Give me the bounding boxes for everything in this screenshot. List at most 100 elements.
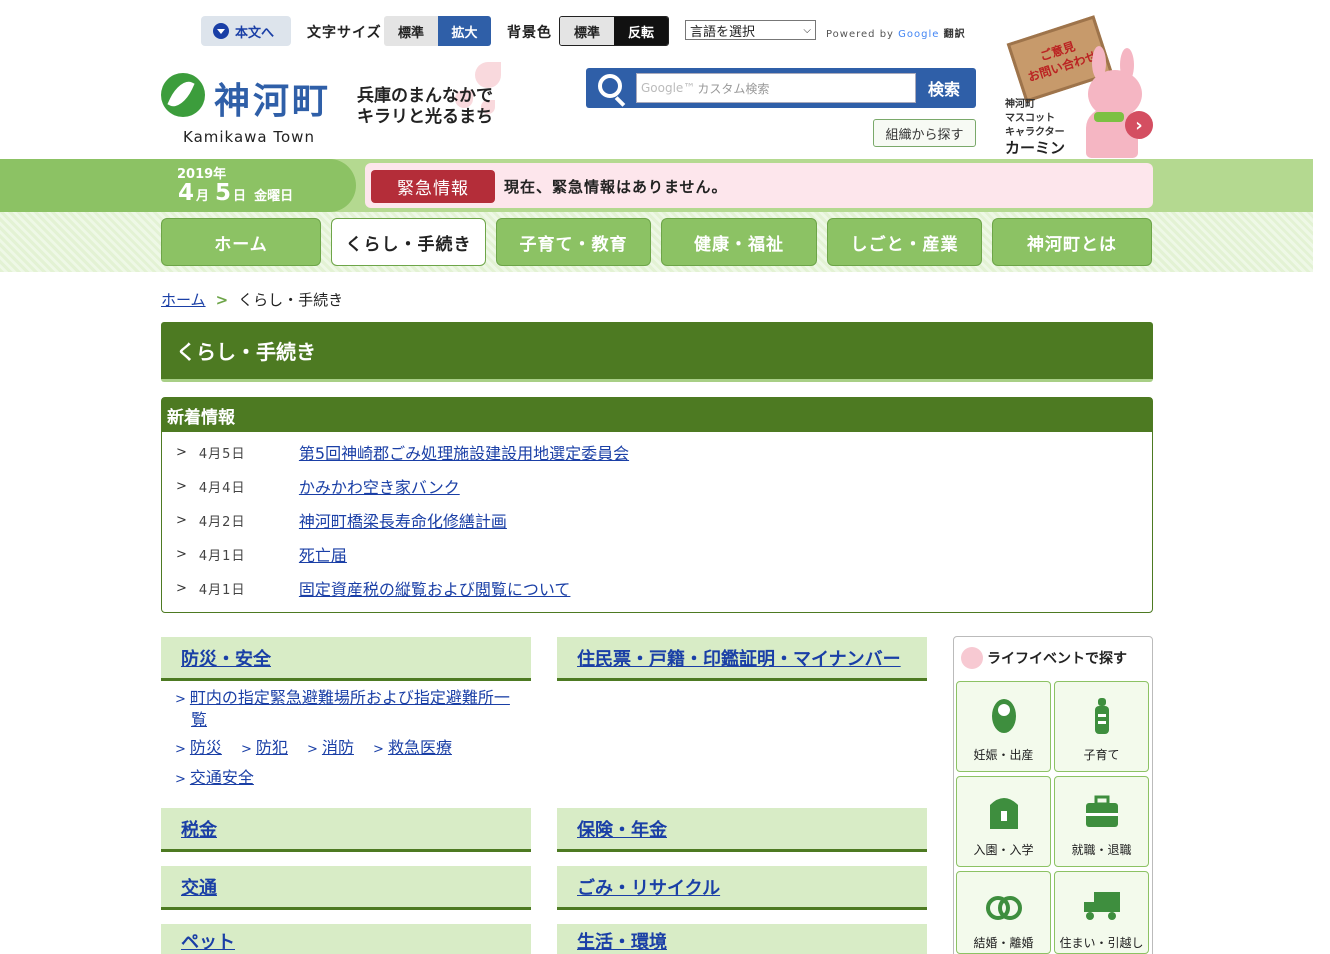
tile-label: 妊娠・出産 — [973, 748, 1034, 762]
news-item: > 4月1日 固定資産税の縦覧および閲覧について — [176, 576, 571, 600]
translate-text: 翻訳 — [943, 29, 966, 40]
page-title: くらし・手続き — [161, 322, 1153, 382]
font-size-label: 文字サイズ — [307, 25, 382, 41]
category-link[interactable]: 住民票・戸籍・印鑑証明・マイナンバー — [577, 645, 901, 671]
category-pet: ペット — [161, 924, 531, 954]
mascot-caption: 神河町 マスコット キャラクター — [1005, 98, 1065, 140]
chevron-right-icon: > — [215, 290, 229, 309]
rings-icon — [984, 884, 1024, 924]
life-events-title: ライフイベントで探す — [961, 647, 1127, 669]
powered-by-google: Powered by Google 翻訳 — [826, 25, 966, 40]
emergency-label[interactable]: 緊急情報 — [371, 170, 495, 203]
sub-link[interactable]: 救急医療 — [388, 738, 452, 757]
news-link[interactable]: 第5回神崎郡ごみ処理施設建設用地選定委員会 — [299, 440, 629, 464]
chevron-right-icon: > — [176, 512, 187, 528]
life-tile-school[interactable]: 入園・入学 — [956, 776, 1051, 867]
category-seikatsu: 生活・環境 — [557, 924, 927, 954]
category-link[interactable]: 交通 — [181, 874, 217, 900]
powered-by-text: Powered by — [826, 29, 894, 40]
sub-link[interactable]: 消防 — [322, 738, 354, 757]
news-panel: 新着情報 > 4月5日 第5回神崎郡ごみ処理施設建設用地選定委員会 > 4月4日… — [161, 397, 1153, 613]
chevron-down-icon: ⌵ — [803, 24, 811, 36]
emergency-text: 現在、緊急情報はありません。 — [504, 178, 728, 196]
news-item: > 4月1日 死亡届 — [176, 542, 347, 566]
date-month: 4 — [178, 180, 195, 206]
chevron-right-icon[interactable]: › — [1125, 111, 1153, 139]
town-slogan: 兵庫のまんなかで キラリと光るまち — [357, 86, 493, 128]
news-date: 4月1日 — [198, 548, 246, 564]
bg-color-toggle: 標準 反転 — [559, 16, 669, 46]
chevron-down-icon — [213, 23, 229, 39]
nav-about[interactable]: 神河町とは — [992, 218, 1152, 266]
breadcrumb-home[interactable]: ホーム — [161, 289, 206, 310]
breadcrumb: ホーム > くらし・手続き — [161, 289, 343, 310]
font-size-normal-button[interactable]: 標準 — [384, 16, 438, 46]
language-select[interactable]: 言語を選択 ⌵ — [685, 20, 816, 40]
category-link[interactable]: 防災・安全 — [181, 645, 271, 671]
sub-link[interactable]: 覧 — [191, 710, 207, 729]
search-button[interactable]: 検索 — [916, 73, 972, 103]
category-link[interactable]: 保険・年金 — [577, 816, 667, 842]
school-bag-icon — [984, 791, 1024, 831]
tile-label: 結婚・離婚 — [973, 936, 1034, 950]
logo-title[interactable]: 神河町 — [214, 72, 331, 124]
category-link[interactable]: 税金 — [181, 816, 217, 842]
sub-link[interactable]: 防犯 — [256, 738, 288, 757]
chevron-right-icon: > — [307, 742, 318, 757]
news-date: 4月5日 — [198, 446, 246, 462]
date-weekday: 金曜日 — [254, 189, 294, 204]
font-size-toggle: 標準 拡大 — [384, 16, 491, 46]
bousai-sublinks: > 町内の指定緊急避難場所および指定避難所一 覧 > 防災 > 防犯 > 消防 > 救急医… — [175, 684, 535, 794]
life-tile-moving[interactable]: 住まい・引越し — [1054, 871, 1149, 954]
date-month-unit: 月 — [196, 189, 210, 204]
category-hoken: 保険・年金 — [557, 808, 927, 852]
date-display: 4 月 5 日 金曜日 — [178, 180, 293, 206]
chevron-right-icon: > — [176, 546, 187, 562]
sub-link[interactable]: 防災 — [190, 738, 222, 757]
date-day-unit: 日 — [233, 189, 247, 204]
circle-icon — [961, 647, 983, 669]
news-item: > 4月2日 神河町橋梁長寿命化修繕計画 — [176, 508, 507, 532]
search-input[interactable]: Google™ カスタム検索 — [636, 73, 916, 103]
life-tile-pregnancy[interactable]: 妊娠・出産 — [956, 681, 1051, 772]
news-link[interactable]: 神河町橋梁長寿命化修繕計画 — [299, 508, 507, 532]
nav-childcare[interactable]: 子育て・教育 — [496, 218, 651, 266]
news-link[interactable]: 死亡届 — [299, 542, 347, 566]
font-size-large-button[interactable]: 拡大 — [438, 16, 491, 46]
bg-color-label: 背景色 — [507, 25, 552, 41]
chevron-right-icon: > — [176, 478, 187, 494]
search-placeholder: カスタム検索 — [697, 81, 770, 96]
chevron-right-icon: > — [373, 742, 384, 757]
date-day: 5 — [215, 180, 232, 206]
nav-home[interactable]: ホーム — [161, 218, 321, 266]
nav-health[interactable]: 健康・福祉 — [661, 218, 817, 266]
slogan-line-2: キラリと光るまち — [357, 107, 493, 127]
nav-work[interactable]: しごと・産業 — [827, 218, 982, 266]
chevron-right-icon: > — [241, 742, 252, 757]
search-by-organization-button[interactable]: 組織から探す — [873, 119, 976, 147]
skip-to-content-button[interactable]: 本文へ — [201, 16, 291, 46]
category-link[interactable]: ペット — [181, 928, 235, 954]
bg-normal-button[interactable]: 標準 — [560, 17, 614, 45]
chevron-right-icon: > — [176, 444, 187, 460]
sub-link[interactable]: 交通安全 — [190, 768, 254, 787]
mascot-illustration — [1070, 46, 1150, 158]
category-kotsu: 交通 — [161, 866, 531, 910]
news-item: > 4月5日 第5回神崎郡ごみ処理施設建設用地選定委員会 — [176, 440, 629, 464]
town-logo-icon[interactable] — [161, 73, 205, 117]
sub-link[interactable]: 町内の指定緊急避難場所および指定避難所一 — [190, 688, 510, 707]
news-link[interactable]: 固定資産税の縦覧および閲覧について — [299, 576, 571, 600]
life-tile-marriage[interactable]: 結婚・離婚 — [956, 871, 1051, 954]
category-gomi: ごみ・リサイクル — [557, 866, 927, 910]
life-tile-childcare[interactable]: 子育て — [1054, 681, 1149, 772]
category-link[interactable]: ごみ・リサイクル — [577, 874, 720, 900]
news-date: 4月2日 — [198, 514, 246, 530]
category-link[interactable]: 生活・環境 — [577, 928, 667, 954]
briefcase-icon — [1082, 791, 1122, 831]
life-tile-employment[interactable]: 就職・退職 — [1054, 776, 1149, 867]
bg-invert-button[interactable]: 反転 — [614, 17, 668, 45]
mascot-name: カーミン — [1005, 139, 1066, 157]
baby-bottle-icon — [1082, 696, 1122, 736]
news-link[interactable]: かみかわ空き家バンク — [299, 474, 460, 498]
nav-living[interactable]: くらし・手続き — [331, 218, 486, 266]
